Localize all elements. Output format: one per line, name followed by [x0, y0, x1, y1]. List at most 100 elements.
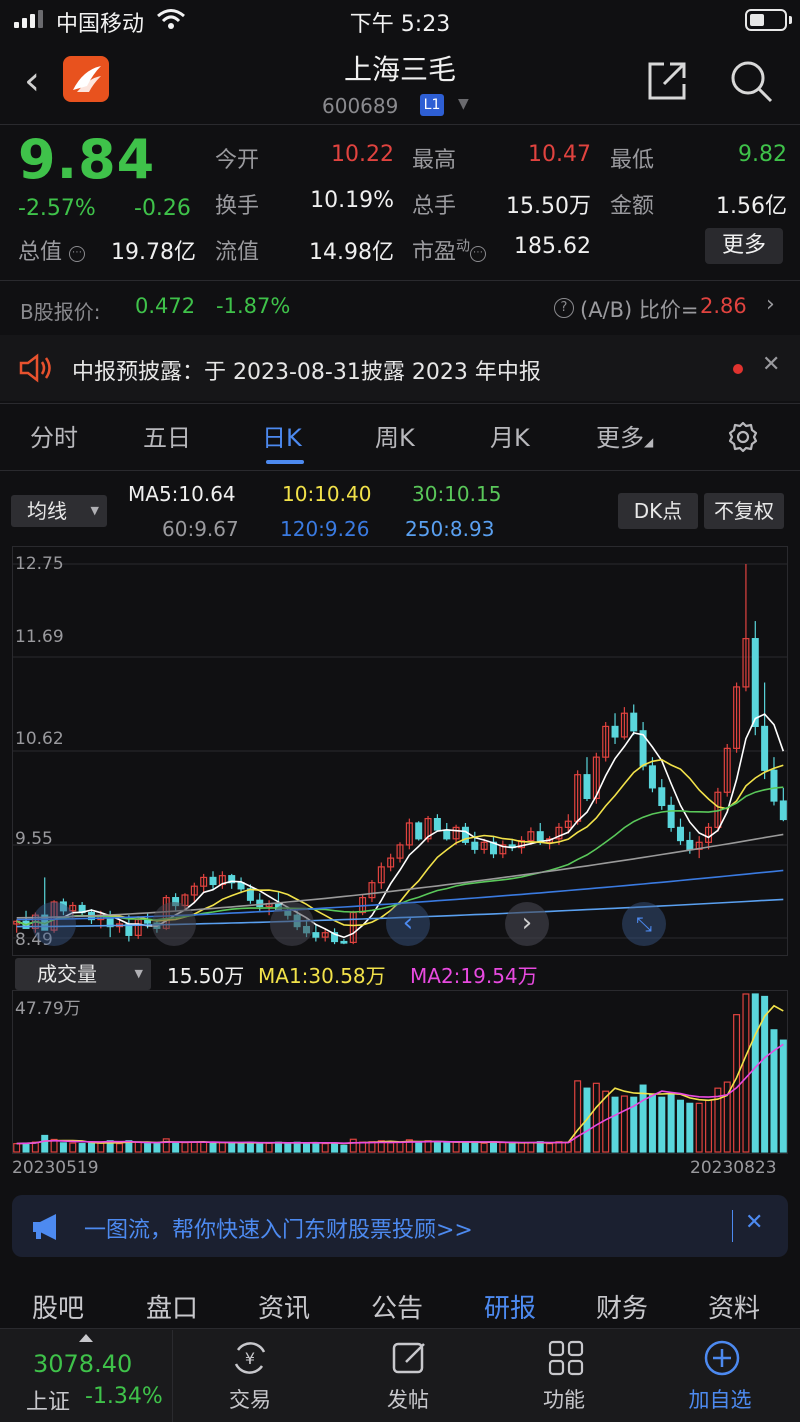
dk-point-button[interactable]: DK点 [618, 493, 698, 529]
share-icon[interactable] [646, 60, 688, 102]
candle-body [583, 774, 591, 800]
expand-icon[interactable]: ⤡ [622, 902, 666, 946]
volume-bar [293, 1141, 301, 1153]
y-tick-label: 12.75 [15, 554, 64, 574]
expand-up-icon[interactable] [79, 1334, 93, 1342]
battery-icon [745, 9, 787, 31]
volume-bar [237, 1142, 245, 1153]
volume-bar [22, 1142, 30, 1153]
svg-text:¥: ¥ [245, 1349, 255, 1368]
index-change[interactable]: -1.34% [85, 1384, 163, 1409]
volume-bar [228, 1142, 236, 1153]
volume-bar [265, 1142, 273, 1153]
volume-bar [41, 1134, 49, 1153]
tab-weekly-k[interactable]: 周K [375, 418, 415, 453]
apps-icon[interactable] [546, 1338, 586, 1378]
notice-text[interactable]: 中报预披露：于 2023-08-31披露 2023 年中报 [72, 354, 541, 386]
volume-bar [648, 1093, 656, 1153]
volume-bar [331, 1142, 339, 1153]
candle-body [770, 769, 778, 802]
volume-bar [218, 1142, 226, 1153]
search-icon[interactable] [728, 58, 774, 104]
volume-bar [527, 1142, 535, 1153]
zoom-out-button[interactable] [32, 902, 76, 946]
nav-post[interactable]: 发帖 [358, 1384, 458, 1414]
turnover-value: 10.19% [310, 188, 394, 213]
chevron-right-icon[interactable]: › [766, 292, 775, 317]
subtab-orderbook[interactable]: 盘口 [146, 1288, 198, 1325]
tab-monthly-k[interactable]: 月K [490, 418, 530, 453]
edit-icon[interactable] [390, 1338, 430, 1378]
nav-trade[interactable]: 交易 [200, 1384, 300, 1414]
candle-body [340, 940, 348, 944]
trade-icon[interactable]: ¥ [230, 1338, 270, 1378]
index-name[interactable]: 上证 [26, 1384, 70, 1416]
volume-bar [78, 1143, 86, 1153]
info-icon[interactable]: ⋯ [69, 246, 86, 262]
ma5-value: MA5:10.64 [128, 482, 236, 506]
index-value[interactable]: 3078.40 [33, 1350, 132, 1378]
subtab-research[interactable]: 研报 [484, 1288, 536, 1325]
subtab-news[interactable]: 资讯 [258, 1288, 310, 1325]
ab-ratio-label: (A/B) 比价= [580, 298, 699, 322]
more-button[interactable]: 更多 [705, 228, 783, 264]
y-tick-label: 10.62 [15, 729, 64, 749]
caret-down-icon[interactable]: ▼ [458, 96, 469, 112]
volume-chart[interactable] [12, 990, 788, 1154]
ma-dropdown[interactable]: 均线 ▼ [11, 495, 107, 527]
tab-daily-k[interactable]: 日K [262, 418, 302, 453]
status-bar: 中国移动 下午 5:23 [0, 0, 800, 40]
volume-bar [751, 993, 759, 1153]
promo-text[interactable]: 一图流，帮你快速入门东财股票投顾>> [84, 1212, 473, 1244]
ma120-value: 120:9.26 [280, 517, 370, 541]
volume-bar [564, 1141, 572, 1153]
zoom-in-button[interactable] [152, 902, 196, 946]
volume-ma1: MA1:30.58万 [258, 964, 386, 988]
volume-bar [246, 1141, 254, 1153]
gear-icon[interactable] [726, 420, 760, 454]
pe-value: 185.62 [514, 234, 591, 259]
close-icon[interactable]: ✕ [745, 1210, 763, 1235]
chevron-right-icon[interactable]: › [505, 902, 549, 946]
tab-more[interactable]: 更多◢ [596, 418, 653, 453]
nav-functions[interactable]: 功能 [514, 1384, 614, 1414]
tab-intraday[interactable]: 分时 [30, 418, 78, 453]
volume-bar [134, 1141, 142, 1153]
volume-bar [508, 1143, 516, 1153]
volume-bar [97, 1142, 105, 1153]
amount-value: 1.56亿 [716, 194, 787, 219]
chevron-left-icon[interactable]: ‹ [386, 902, 430, 946]
volume-bar [676, 1099, 684, 1153]
bshare-price: 0.472 [135, 294, 196, 318]
tab-underline [266, 460, 304, 464]
add-circle-icon[interactable] [702, 1338, 742, 1378]
nav-add-watchlist[interactable]: 加自选 [670, 1384, 770, 1414]
candle-body [761, 725, 769, 771]
no-adjust-button[interactable]: 不复权 [704, 493, 784, 529]
volume-bar [452, 1141, 460, 1153]
subtab-forum[interactable]: 股吧 [32, 1288, 84, 1325]
subtab-announcements[interactable]: 公告 [371, 1288, 423, 1325]
candle-body [471, 841, 479, 850]
volume-dropdown[interactable]: 成交量 ▼ [15, 958, 151, 990]
volume-bar [181, 1142, 189, 1153]
candle-body [676, 826, 684, 842]
subtab-profile[interactable]: 资料 [708, 1288, 760, 1325]
volume-bar [686, 1102, 694, 1153]
tab-five-day[interactable]: 五日 [143, 418, 191, 453]
info-icon[interactable]: ⋯ [470, 246, 487, 262]
volume-label: 总手 [412, 194, 457, 219]
turnover-label: 换手 [215, 194, 260, 219]
amount-label: 金额 [610, 194, 655, 219]
reset-button[interactable] [270, 902, 314, 946]
open-label: 今开 [215, 148, 260, 173]
volume-bar [303, 1142, 311, 1153]
bshare-change: -1.87% [216, 294, 291, 318]
kline-chart[interactable] [12, 546, 788, 956]
volume-bar [742, 993, 750, 1153]
help-icon[interactable]: ? [554, 298, 574, 318]
close-icon[interactable]: ✕ [762, 352, 780, 377]
subtab-finance[interactable]: 财务 [596, 1288, 648, 1325]
volume-bar [733, 1014, 741, 1153]
ab-ratio-value: 2.86 [700, 294, 747, 318]
